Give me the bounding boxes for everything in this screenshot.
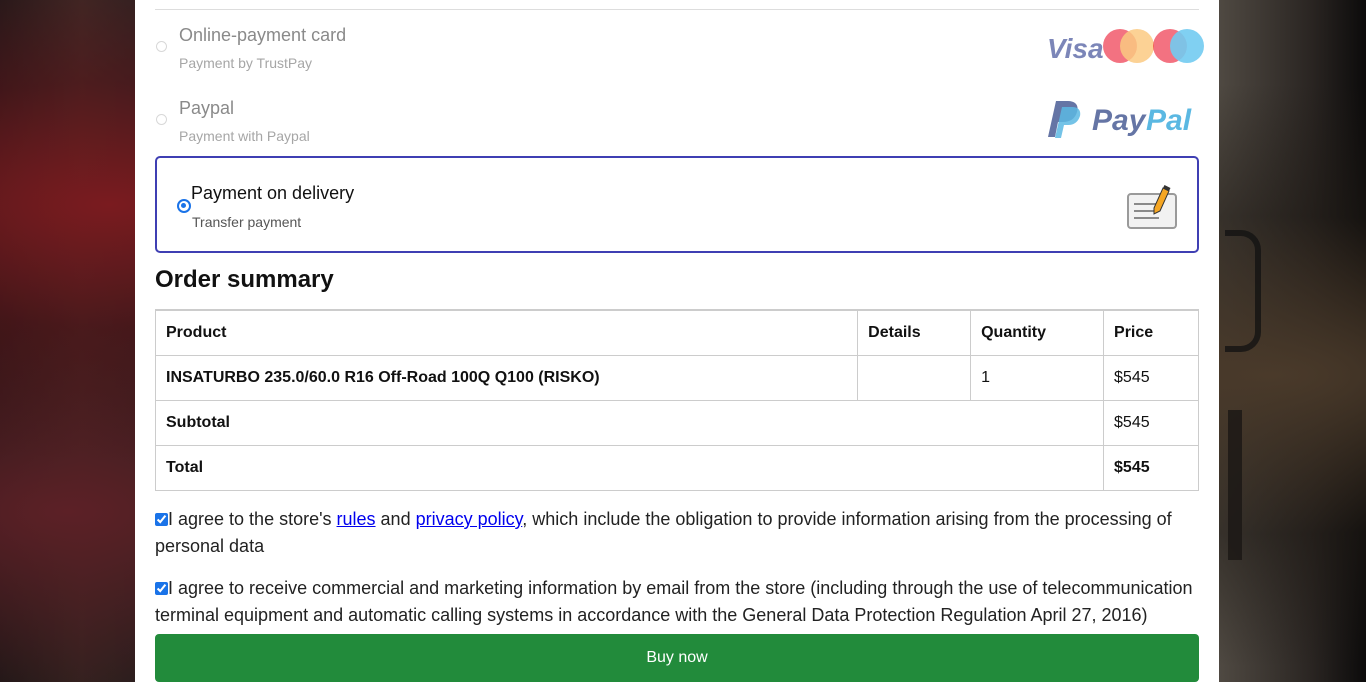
subtotal-row: Subtotal $545 (154, 400, 1199, 446)
marketing-consent: I agree to receive commercial and market… (155, 575, 1199, 629)
payment-option-title: Online-payment card (179, 25, 347, 45)
background-decoration (1225, 230, 1261, 352)
divider (155, 9, 1199, 10)
invoice-pencil-icon (1127, 185, 1177, 229)
product-price: $545 (1103, 355, 1199, 401)
column-header-product: Product (154, 309, 859, 356)
rules-consent-prefix: I agree to the store's (168, 509, 337, 529)
subtotal-value: $545 (1103, 400, 1199, 446)
payment-option-subtitle: Transfer payment (192, 214, 302, 230)
marketing-consent-checkbox[interactable] (155, 582, 168, 595)
product-quantity: 1 (970, 355, 1105, 401)
payment-paypal-radio[interactable] (156, 114, 167, 125)
buy-now-button[interactable]: Buy now (155, 634, 1199, 682)
svg-text:Pal: Pal (1146, 104, 1192, 137)
background-decoration (1228, 410, 1242, 560)
order-summary-heading: Order summary (155, 266, 334, 293)
table-row: INSATURBO 235.0/60.0 R16 Off-Road 100Q Q… (154, 355, 1199, 401)
payment-option-paypal[interactable]: Paypal Payment with Paypal Pay Pal (155, 91, 1199, 151)
column-header-price: Price (1103, 309, 1199, 356)
table-header-row: Product Details Quantity Price (154, 309, 1199, 356)
maestro-logo (1153, 29, 1204, 63)
product-name: INSATURBO 235.0/60.0 R16 Off-Road 100Q Q… (154, 355, 859, 401)
privacy-policy-link[interactable]: privacy policy (416, 509, 523, 529)
payment-option-subtitle: Payment with Paypal (179, 128, 310, 144)
marketing-consent-text: I agree to receive commercial and market… (155, 578, 1193, 625)
mastercard-logo (1103, 29, 1154, 63)
payment-card-radio[interactable] (156, 41, 167, 52)
rules-link[interactable]: rules (337, 509, 376, 529)
total-row: Total $545 (154, 445, 1199, 491)
paypal-logo: Pay Pal (1048, 101, 1192, 138)
total-value: $545 (1103, 445, 1199, 491)
checkout-panel: Online-payment card Payment by TrustPay … (135, 0, 1219, 682)
card-logos: Visa (1047, 29, 1204, 64)
rules-consent-and: and (375, 509, 416, 529)
payment-option-card[interactable]: Online-payment card Payment by TrustPay … (155, 18, 1204, 78)
payment-option-title: Paypal (179, 98, 235, 118)
subtotal-label: Subtotal (154, 400, 1105, 446)
rules-consent-checkbox[interactable] (155, 513, 168, 526)
svg-text:Pay: Pay (1092, 104, 1147, 137)
rules-consent: I agree to the store's rules and privacy… (155, 506, 1199, 560)
payment-option-delivery[interactable]: Payment on delivery Transfer payment (155, 156, 1199, 253)
column-header-details: Details (857, 309, 972, 356)
order-summary-table: Product Details Quantity Price INSATURBO… (154, 309, 1199, 491)
total-label: Total (154, 445, 1105, 491)
product-details (857, 355, 972, 401)
payment-option-title: Payment on delivery (191, 183, 355, 203)
column-header-quantity: Quantity (970, 309, 1105, 356)
payment-delivery-radio[interactable] (177, 199, 191, 213)
visa-logo: Visa (1047, 33, 1104, 64)
payment-option-subtitle: Payment by TrustPay (179, 55, 313, 71)
